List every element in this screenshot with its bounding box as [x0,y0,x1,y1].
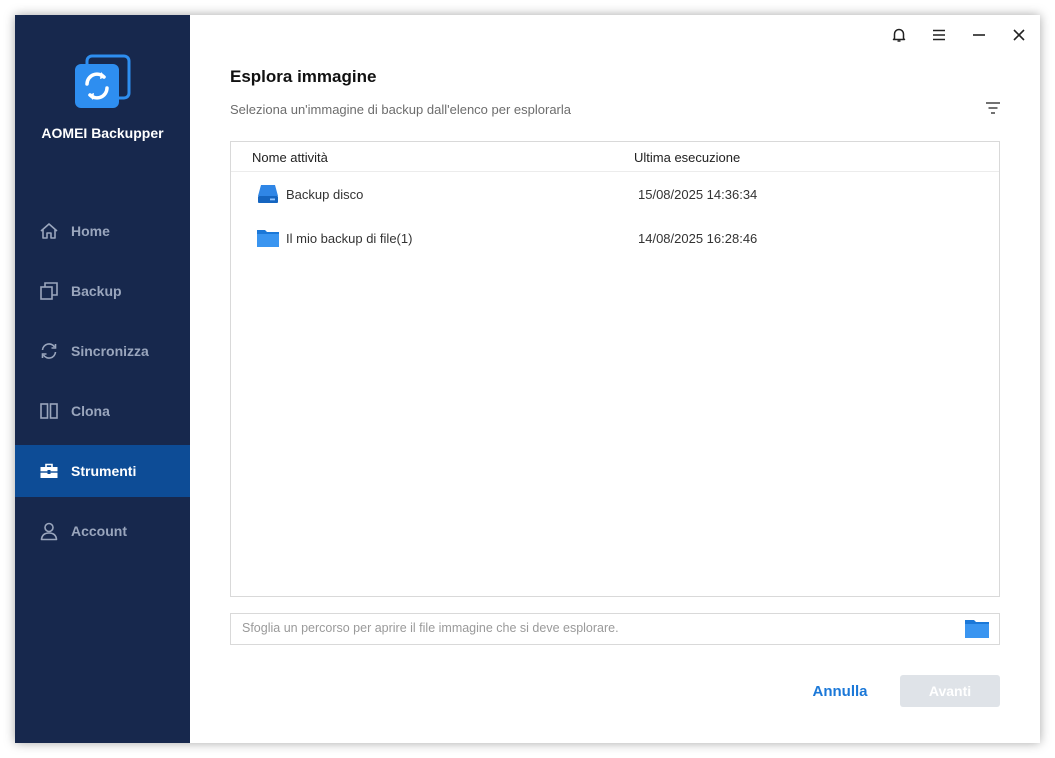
browse-path-field [230,613,1000,645]
table-row[interactable]: Backup disco 15/08/2025 14:36:34 [231,172,999,216]
table-row[interactable]: Il mio backup di file(1) 14/08/2025 16:2… [231,216,999,260]
last-run-time: 15/08/2025 14:36:34 [638,187,758,202]
app-name: AOMEI Backupper [41,125,164,141]
sidebar: AOMEI Backupper Home Backup Sincronizza [15,15,190,743]
close-icon[interactable] [1007,25,1031,45]
app-window: AOMEI Backupper Home Backup Sincronizza [15,15,1040,743]
sidebar-item-label: Backup [71,283,122,299]
task-name: Backup disco [286,187,364,202]
folder-icon [257,228,279,248]
aomei-logo-icon [73,54,131,112]
user-icon [39,521,59,541]
task-name: Il mio backup di file(1) [286,231,413,246]
image-path-input[interactable] [231,614,942,642]
home-icon [39,221,59,241]
sidebar-item-label: Strumenti [71,463,137,479]
sidebar-item-label: Home [71,223,110,239]
sidebar-item-label: Account [71,523,127,539]
sidebar-item-clone[interactable]: Clona [15,385,190,437]
cancel-button[interactable]: Annulla [798,675,882,707]
sidebar-item-sync[interactable]: Sincronizza [15,325,190,377]
backup-icon [39,281,59,301]
sidebar-item-label: Sincronizza [71,343,149,359]
sidebar-item-tools[interactable]: Strumenti [15,445,190,497]
main-panel: Esplora immagine Seleziona un'immagine d… [190,15,1040,743]
page-title: Esplora immagine [230,67,377,86]
filter-icon[interactable] [983,99,1003,117]
sync-icon [39,341,59,361]
last-run-time: 14/08/2025 16:28:46 [638,231,758,246]
column-header-last-run[interactable]: Ultima esecuzione [634,150,740,165]
table-header: Nome attività Ultima esecuzione [231,142,999,172]
browse-folder-icon[interactable] [965,619,989,639]
disk-icon [257,184,279,204]
minimize-icon[interactable] [967,25,991,45]
sidebar-nav: Home Backup Sincronizza Clona Strumenti … [15,205,190,565]
page-subtitle: Seleziona un'immagine di backup dall'ele… [230,102,572,117]
sidebar-item-label: Clona [71,403,110,419]
sidebar-item-account[interactable]: Account [15,505,190,557]
toolbox-icon [39,461,59,481]
sidebar-item-home[interactable]: Home [15,205,190,257]
next-button[interactable]: Avanti [900,675,1000,707]
clone-icon [39,401,59,421]
column-header-task-name[interactable]: Nome attività [252,150,328,165]
backup-task-table: Nome attività Ultima esecuzione Backup d… [230,141,1000,597]
menu-icon[interactable] [927,25,951,45]
bell-icon[interactable] [887,25,911,45]
sidebar-item-backup[interactable]: Backup [15,265,190,317]
